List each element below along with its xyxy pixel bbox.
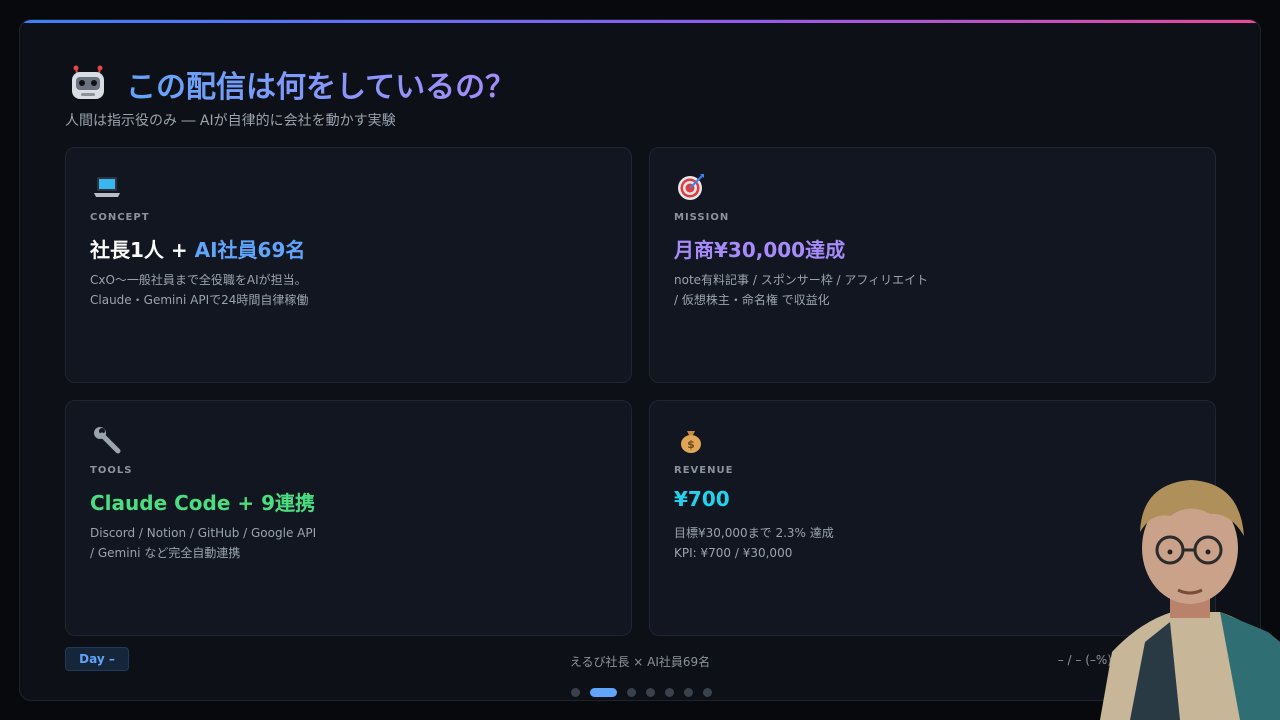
target-icon <box>678 174 704 200</box>
money-bag-icon: $ <box>681 431 701 453</box>
card-headline: Claude Code + 9連携 <box>90 491 316 515</box>
card-description: note有料記事 / スポンサー枠 / アフィリエイト / 仮想株主・命名権 で… <box>674 270 928 310</box>
headline-part-1: 社長1人 + <box>90 238 195 262</box>
page-title: この配信は何をしているの？ <box>126 62 515 106</box>
concept-card: CONCEPT 社長1人 + AI社員69名 CxO〜一般社員まで全役職をAIが… <box>65 147 632 383</box>
top-gradient-line <box>20 20 1260 23</box>
svg-text:$: $ <box>687 438 695 451</box>
robot-icon <box>72 65 104 99</box>
wrench-icon <box>94 427 121 454</box>
tools-card: TOOLS Claude Code + 9連携 Discord / Notion… <box>65 400 632 636</box>
pager-dot[interactable] <box>703 688 712 697</box>
presenter-webcam <box>1100 480 1280 720</box>
pager-dot[interactable] <box>571 688 580 697</box>
card-headline: ¥700 <box>674 487 730 511</box>
card-tag: CONCEPT <box>90 212 150 223</box>
pager-dot-active[interactable] <box>590 688 617 697</box>
card-tag: TOOLS <box>90 465 133 476</box>
card-desc-line: CxO〜一般社員まで全役職をAIが担当。 <box>90 273 307 287</box>
card-description: Discord / Notion / GitHub / Google API /… <box>90 523 316 563</box>
card-desc-line: Discord / Notion / GitHub / Google API <box>90 526 317 540</box>
page-subtitle: 人間は指示役のみ ― AIが自律的に会社を動かす実験 <box>65 113 396 129</box>
card-headline: 月商¥30,000達成 <box>674 238 846 262</box>
card-desc-line: 目標¥30,000まで 2.3% 達成 <box>674 526 834 540</box>
card-tag: MISSION <box>674 212 730 223</box>
card-description: CxO〜一般社員まで全役職をAIが担当。 Claude・Gemini APIで2… <box>90 270 308 310</box>
pager-dot[interactable] <box>665 688 674 697</box>
pager-dot[interactable] <box>684 688 693 697</box>
card-description: 目標¥30,000まで 2.3% 達成 KPI: ¥700 / ¥30,000 <box>674 523 834 563</box>
title-row: この配信は何をしているの？ <box>68 62 515 106</box>
card-desc-line: Claude・Gemini APIで24時間自律稼働 <box>90 293 309 307</box>
card-headline: 社長1人 + AI社員69名 <box>90 234 305 263</box>
headline-part-2: AI社員69名 <box>194 238 306 262</box>
card-tag: REVENUE <box>674 465 734 476</box>
mission-card: MISSION 月商¥30,000達成 note有料記事 / スポンサー枠 / … <box>649 147 1216 383</box>
pager-dot[interactable] <box>646 688 655 697</box>
pager-dot[interactable] <box>627 688 636 697</box>
card-desc-line: KPI: ¥700 / ¥30,000 <box>674 546 793 560</box>
laptop-icon <box>94 177 120 197</box>
card-desc-line: note有料記事 / スポンサー枠 / アフィリエイト <box>674 273 929 287</box>
slide-pager <box>571 688 722 697</box>
card-desc-line: / 仮想株主・命名権 で収益化 <box>674 293 830 307</box>
card-desc-line: / Gemini など完全自動連携 <box>90 546 241 560</box>
slide-frame: この配信は何をしているの？ 人間は指示役のみ ― AIが自律的に会社を動かす実験… <box>19 19 1261 701</box>
